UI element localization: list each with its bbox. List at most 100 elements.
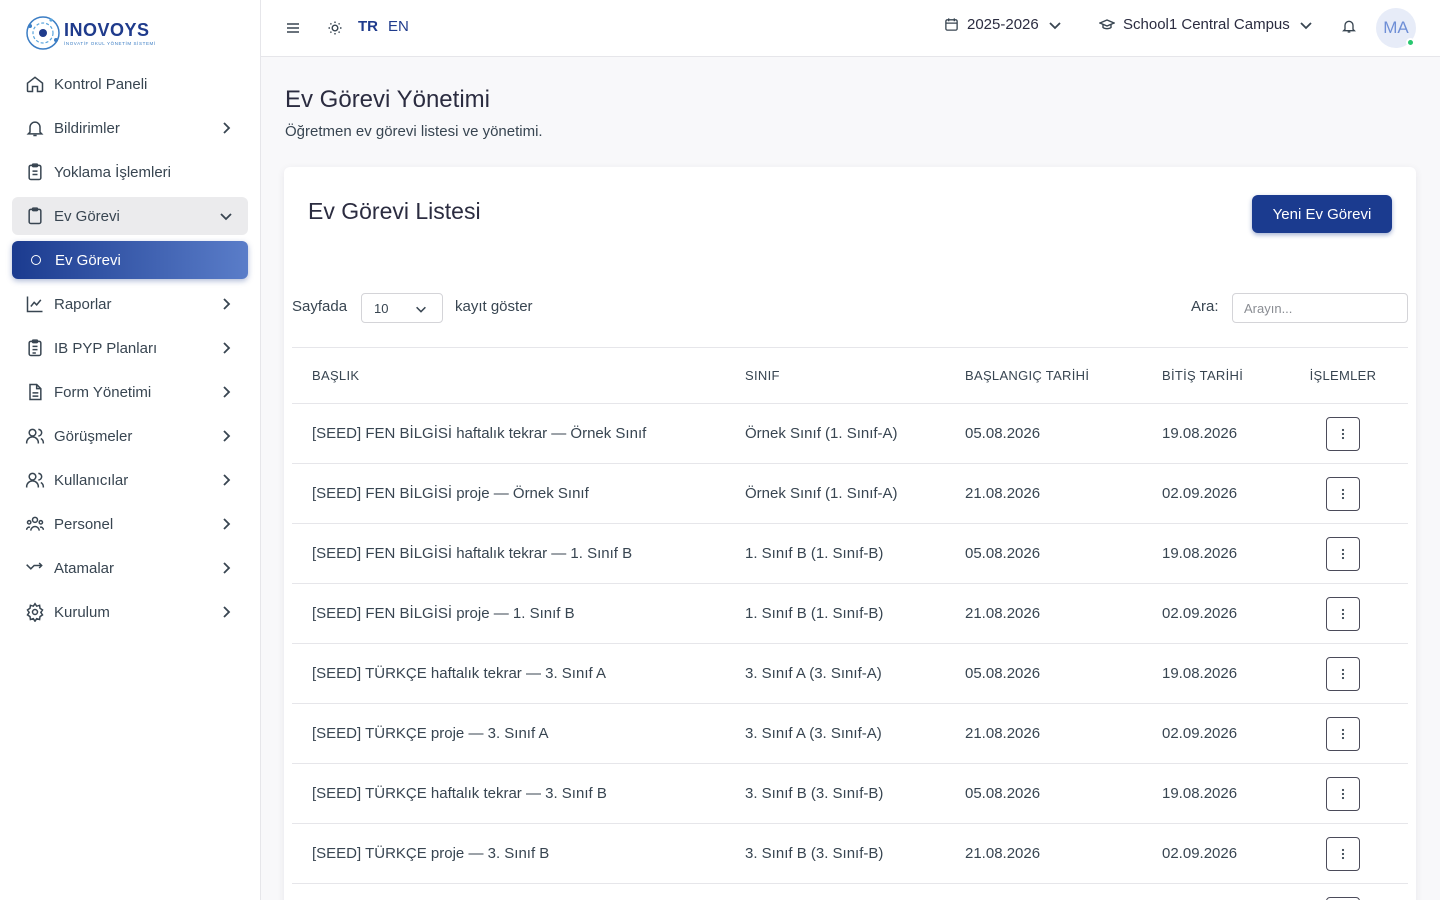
- column-header-start-date[interactable]: BAŞLANGIÇ TARİHİ: [945, 347, 1142, 404]
- row-actions-button[interactable]: [1326, 476, 1360, 511]
- column-header-class[interactable]: SINIF: [725, 347, 945, 404]
- row-actions-button[interactable]: [1326, 596, 1360, 631]
- cell-start-date: 21.08.2026: [945, 703, 1142, 764]
- theme-toggle-button[interactable]: [325, 18, 345, 38]
- cell-class: Örnek Sınıf (1. Sınıf-A): [725, 463, 945, 524]
- cell-end-date: 19.08.2026: [1142, 523, 1278, 584]
- graduation-cap-icon: [1099, 18, 1115, 29]
- sidebar-item-label: IB PYP Planları: [54, 339, 158, 357]
- cell-class: 3. Sınıf A (3. Sınıf-A): [725, 643, 945, 704]
- sidebar-item-label: Atamalar: [54, 559, 115, 577]
- academic-year-value: 2025-2026: [967, 16, 1039, 33]
- sidebar-item-yoklama[interactable]: Yoklama İşlemleri: [12, 153, 248, 191]
- cell-title: [SEED] FEN BİLGİSİ haftalık tekrar — Örn…: [292, 403, 725, 464]
- cell-title: [SEED] TÜRKÇE proje — 3. Sınıf B: [292, 823, 725, 884]
- chevron-right-icon: [223, 518, 231, 530]
- cell-start-date: 21.08.2026: [945, 583, 1142, 644]
- brand-name: INOVOYS: [64, 19, 150, 40]
- chevron-right-icon: [223, 386, 231, 398]
- menu-toggle-button[interactable]: [283, 18, 303, 38]
- cell-title: [SEED] TÜRKÇE haftalık tekrar — 3. Sınıf…: [292, 643, 725, 704]
- column-header-end-date[interactable]: BİTİŞ TARİHİ: [1142, 347, 1278, 404]
- clipboard-icon: [25, 206, 45, 226]
- cell-class: 3. Sınıf B (3. Sınıf-B): [725, 823, 945, 884]
- row-actions-button[interactable]: [1326, 656, 1360, 691]
- sidebar-item-label: Kurulum: [54, 603, 110, 621]
- table-row: [SEED] TÜRKÇE haftalık tekrar — 3. Sınıf…: [292, 763, 1408, 824]
- row-actions-button[interactable]: [1326, 776, 1360, 811]
- clipboard-check-icon: [25, 162, 45, 182]
- chevron-right-icon: [223, 562, 231, 574]
- table-header-row: BAŞLIK SINIF BAŞLANGIÇ TARİHİ BİTİŞ TARİ…: [292, 347, 1408, 404]
- row-actions-button[interactable]: [1326, 416, 1360, 451]
- cell-title: [SEED] TÜRKÇE haftalık tekrar — 3. Sınıf…: [292, 763, 725, 824]
- column-header-title[interactable]: BAŞLIK: [292, 347, 725, 404]
- lang-tr-button[interactable]: TR: [358, 18, 378, 35]
- sidebar-item-label: Raporlar: [54, 295, 112, 313]
- bell-icon: [25, 118, 45, 138]
- sidebar-item-bildirimler[interactable]: Bildirimler: [12, 109, 248, 147]
- table-row: [SEED] TÜRKÇE haftalık tekrar — 3. Sınıf…: [292, 643, 1408, 704]
- team-icon: [25, 514, 45, 534]
- chevron-right-icon: [223, 342, 231, 354]
- cell-start-date: 21.08.2026: [945, 463, 1142, 524]
- page-length-value: 10: [374, 300, 389, 316]
- cell-start-date: 21.08.2026: [945, 823, 1142, 884]
- cell-start-date: 05.08.2026: [945, 763, 1142, 824]
- cell-title: [SEED] TÜRKÇE proje — 3. Sınıf A: [292, 703, 725, 764]
- more-vertical-icon: [1341, 548, 1345, 559]
- sidebar-item-label: Görüşmeler: [54, 427, 133, 445]
- campus-value: School1 Central Campus: [1123, 16, 1290, 33]
- gear-icon: [25, 602, 45, 622]
- circle-icon: [31, 255, 41, 265]
- sidebar-item-ev-gorevi[interactable]: Ev Görevi: [12, 241, 248, 279]
- sidebar-item-ev-gorevi-group[interactable]: Ev Görevi: [12, 197, 248, 235]
- chevron-down-icon: [220, 213, 232, 221]
- row-actions-button[interactable]: [1326, 896, 1360, 900]
- campus-select[interactable]: School1 Central Campus: [1099, 16, 1322, 33]
- cell-class: [725, 883, 945, 900]
- table-row: [SEED] FEN BİLGİSİ haftalık tekrar — Örn…: [292, 403, 1408, 464]
- cell-end-date: 19.08.2026: [1142, 763, 1278, 824]
- sidebar-item-personel[interactable]: Personel: [12, 505, 248, 543]
- cell-actions: [1278, 403, 1408, 464]
- home-icon: [25, 74, 45, 94]
- avatar[interactable]: MA: [1376, 8, 1416, 48]
- clipboard-list-icon: [25, 338, 45, 358]
- cell-title: [SEED] FEN BİLGİSİ haftalık tekrar — 1. …: [292, 523, 725, 584]
- search-label: Ara:: [1191, 298, 1219, 315]
- homework-list-card: Ev Görevi Listesi Yeni Ev Görevi Sayfada…: [284, 167, 1416, 900]
- calendar-icon: [945, 18, 958, 31]
- sidebar-item-form-yonetimi[interactable]: Form Yönetimi: [12, 373, 248, 411]
- chevron-right-icon: [223, 298, 231, 310]
- homework-table: BAŞLIK SINIF BAŞLANGIÇ TARİHİ BİTİŞ TARİ…: [292, 347, 1408, 900]
- row-actions-button[interactable]: [1326, 716, 1360, 751]
- sidebar-item-gorusmeler[interactable]: Görüşmeler: [12, 417, 248, 455]
- topbar: TR EN 2025-2026 School1 Central Campus M…: [261, 0, 1440, 57]
- table-row: [292, 883, 1408, 900]
- cell-actions: [1278, 643, 1408, 704]
- sidebar-item-atamalar[interactable]: Atamalar: [12, 549, 248, 587]
- academic-year-select[interactable]: 2025-2026: [944, 16, 1071, 33]
- notifications-button[interactable]: [1341, 18, 1357, 34]
- row-actions-button[interactable]: [1326, 836, 1360, 871]
- sidebar-item-raporlar[interactable]: Raporlar: [12, 285, 248, 323]
- chevron-right-icon: [223, 606, 231, 618]
- sidebar-item-kullanicilar[interactable]: Kullanıcılar: [12, 461, 248, 499]
- new-homework-button[interactable]: Yeni Ev Görevi: [1252, 195, 1392, 233]
- sidebar-item-ib-pyp[interactable]: IB PYP Planları: [12, 329, 248, 367]
- search-input[interactable]: [1232, 293, 1408, 323]
- sidebar-item-kurulum[interactable]: Kurulum: [12, 593, 248, 631]
- more-vertical-icon: [1341, 428, 1345, 439]
- cell-end-date: 19.08.2026: [1142, 403, 1278, 464]
- row-actions-button[interactable]: [1326, 536, 1360, 571]
- lang-en-button[interactable]: EN: [388, 18, 409, 35]
- page-length-select[interactable]: 10: [361, 293, 443, 323]
- bell-icon: [1342, 20, 1356, 33]
- hamburger-icon: [287, 23, 299, 33]
- brand-logo[interactable]: INOVOYS İNOVATİF OKUL YÖNETİM SİSTEMİ: [24, 14, 156, 52]
- chevron-right-icon: [223, 430, 231, 442]
- sidebar-item-label: Bildirimler: [54, 119, 120, 137]
- file-text-icon: [25, 382, 45, 402]
- sidebar-item-kontrol-paneli[interactable]: Kontrol Paneli: [12, 65, 248, 103]
